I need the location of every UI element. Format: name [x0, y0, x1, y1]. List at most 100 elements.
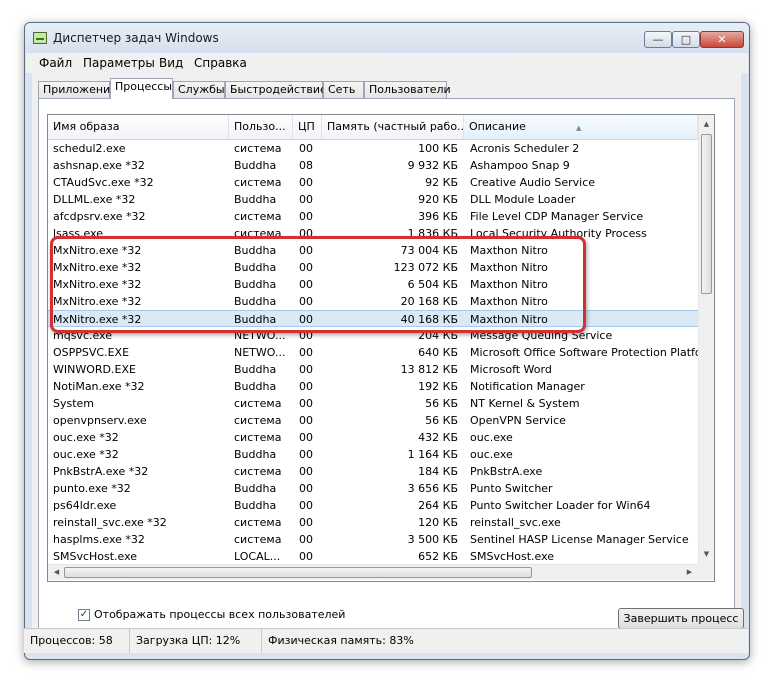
- cell-cpu: 00: [299, 482, 313, 495]
- table-row[interactable]: SMSvcHost.exe LOCAL... 00 652 КБ SMSvcHost.e…: [48, 548, 698, 564]
- cell-user: LOCAL...: [234, 550, 281, 563]
- table-row[interactable]: punto.exe *32 Buddha 00 3 656 КБ Punto Switc…: [48, 480, 698, 497]
- cell-user: система: [234, 533, 282, 546]
- col-description[interactable]: Описание ▲: [464, 115, 698, 139]
- table-row[interactable]: DLLML.exe *32 Buddha 00 920 КБ DLL Module Lo…: [48, 191, 698, 208]
- col-memory[interactable]: Память (частный рабо...: [322, 115, 464, 139]
- cell-memory: 56 КБ: [425, 397, 458, 410]
- table-row[interactable]: ashsnap.exe *32 Buddha 08 9 932 КБ Ashampoo …: [48, 157, 698, 174]
- cell-cpu: 00: [299, 363, 313, 376]
- cell-cpu: 00: [299, 346, 313, 359]
- cell-user: система: [234, 210, 282, 223]
- cell-description: Creative Audio Service: [470, 176, 596, 189]
- col-image-name-label: Имя образа: [53, 120, 120, 133]
- cell-description: Notification Manager: [470, 380, 585, 393]
- cell-cpu: 00: [299, 465, 313, 478]
- cell-cpu: 00: [299, 176, 313, 189]
- table-row[interactable]: hasplms.exe *32 система 00 3 500 КБ Sentinel…: [48, 531, 698, 548]
- table-row[interactable]: ouc.exe *32 Buddha 00 1 164 КБ ouc.exe: [48, 446, 698, 463]
- cell-description: ouc.exe: [470, 431, 513, 444]
- horizontal-scrollbar[interactable]: ◀ ▶: [48, 564, 698, 580]
- col-user[interactable]: Пользо...: [229, 115, 293, 139]
- cell-cpu: 00: [299, 448, 313, 461]
- cell-memory: 120 КБ: [418, 516, 458, 529]
- minimize-button[interactable]: —: [644, 31, 672, 48]
- cell-user: система: [234, 516, 282, 529]
- scroll-corner: [698, 564, 714, 580]
- cell-cpu: 00: [299, 516, 313, 529]
- tab-network[interactable]: Сеть: [323, 81, 364, 98]
- cell-user: Buddha: [234, 363, 277, 376]
- scroll-up-icon[interactable]: ▲: [699, 117, 714, 132]
- table-row[interactable]: ps64ldr.exe Buddha 00 264 КБ Punto Switcher …: [48, 497, 698, 514]
- end-process-button[interactable]: Завершить процесс: [618, 608, 744, 629]
- cell-image-name: openvpnserv.exe: [53, 414, 147, 427]
- cell-cpu: 00: [299, 193, 313, 206]
- table-row[interactable]: schedul2.exe система 00 100 КБ Acronis Sched…: [48, 140, 698, 157]
- vertical-scrollbar[interactable]: ▲ ▼: [698, 115, 714, 564]
- cell-cpu: 00: [299, 210, 313, 223]
- table-row[interactable]: CTAudSvc.exe *32 система 00 92 КБ Creative A…: [48, 174, 698, 191]
- close-button[interactable]: ✕: [700, 31, 744, 48]
- table-row[interactable]: WINWORD.EXE Buddha 00 13 812 КБ Microsoft Wo…: [48, 361, 698, 378]
- cell-memory: 9 932 КБ: [407, 159, 458, 172]
- vertical-scroll-thumb[interactable]: [701, 134, 712, 294]
- show-all-processes-checkbox[interactable]: ✓: [78, 609, 90, 621]
- menu-help[interactable]: Справка: [194, 56, 247, 70]
- status-process-count: Процессов: 58: [24, 629, 130, 653]
- table-row[interactable]: reinstall_svc.exe *32 система 00 120 КБ rein…: [48, 514, 698, 531]
- window-title: Диспетчер задач Windows: [53, 31, 219, 45]
- horizontal-scroll-thumb[interactable]: [64, 567, 532, 578]
- menu-file[interactable]: Файл: [39, 56, 72, 70]
- table-row[interactable]: PnkBstrA.exe *32 система 00 184 КБ PnkBstrA.…: [48, 463, 698, 480]
- table-row[interactable]: System система 00 56 КБ NT Kernel & System: [48, 395, 698, 412]
- col-cpu[interactable]: ЦП: [293, 115, 322, 139]
- tab-processes[interactable]: Процессы: [110, 78, 173, 99]
- scroll-left-icon[interactable]: ◀: [49, 565, 64, 580]
- cell-cpu: 00: [299, 533, 313, 546]
- tab-applications[interactable]: Приложения: [38, 81, 117, 98]
- sort-ascending-icon: ▲: [576, 124, 582, 132]
- cell-cpu: 00: [299, 431, 313, 444]
- cell-image-name: WINWORD.EXE: [53, 363, 136, 376]
- cell-cpu: 08: [299, 159, 313, 172]
- cell-image-name: CTAudSvc.exe *32: [53, 176, 154, 189]
- tab-users[interactable]: Пользователи: [364, 81, 451, 98]
- status-bar: Процессов: 58 Загрузка ЦП: 12% Физическа…: [24, 628, 748, 653]
- cell-description: Microsoft Word: [470, 363, 552, 376]
- table-row[interactable]: openvpnserv.exe система 00 56 КБ OpenVPN Ser…: [48, 412, 698, 429]
- cell-image-name: PnkBstrA.exe *32: [53, 465, 149, 478]
- table-row[interactable]: ouc.exe *32 система 00 432 КБ ouc.exe: [48, 429, 698, 446]
- menu-view[interactable]: Вид: [159, 56, 183, 70]
- task-manager-window: Диспетчер задач Windows — □ ✕ Файл Парам…: [24, 22, 750, 660]
- table-row[interactable]: afcdpsrv.exe *32 система 00 396 КБ File Leve…: [48, 208, 698, 225]
- table-row[interactable]: OSPPSVC.EXE NETWO... 00 640 КБ Microsoft Off…: [48, 344, 698, 361]
- cell-cpu: 00: [299, 499, 313, 512]
- scroll-down-icon[interactable]: ▼: [699, 547, 714, 562]
- cell-user: Buddha: [234, 448, 277, 461]
- table-row[interactable]: NotiMan.exe *32 Buddha 00 192 КБ Notificatio…: [48, 378, 698, 395]
- cell-image-name: ouc.exe *32: [53, 431, 119, 444]
- col-image-name[interactable]: Имя образа: [48, 115, 229, 139]
- title-bar[interactable]: Диспетчер задач Windows — □ ✕: [25, 23, 749, 53]
- menu-options[interactable]: Параметры: [83, 56, 155, 70]
- cell-user: система: [234, 176, 282, 189]
- col-user-label: Пользо...: [234, 120, 286, 133]
- cell-description: SMSvcHost.exe: [470, 550, 555, 563]
- cell-image-name: SMSvcHost.exe: [53, 550, 138, 563]
- cell-cpu: 00: [299, 550, 313, 563]
- maximize-button[interactable]: □: [672, 31, 700, 48]
- cell-memory: 1 164 КБ: [407, 448, 458, 461]
- cell-image-name: ouc.exe *32: [53, 448, 119, 461]
- maxthon-processes-highlight: [50, 236, 586, 333]
- cell-memory: 396 КБ: [418, 210, 458, 223]
- cell-user: Buddha: [234, 159, 277, 172]
- status-cpu-usage: Загрузка ЦП: 12%: [130, 629, 262, 653]
- cell-memory: 56 КБ: [425, 414, 458, 427]
- tab-performance[interactable]: Быстродействие: [225, 81, 327, 98]
- tab-services[interactable]: Службы: [173, 81, 225, 98]
- scroll-right-icon[interactable]: ▶: [682, 565, 697, 580]
- cell-image-name: ps64ldr.exe: [53, 499, 117, 512]
- cell-description: Acronis Scheduler 2: [470, 142, 580, 155]
- cell-image-name: hasplms.exe *32: [53, 533, 145, 546]
